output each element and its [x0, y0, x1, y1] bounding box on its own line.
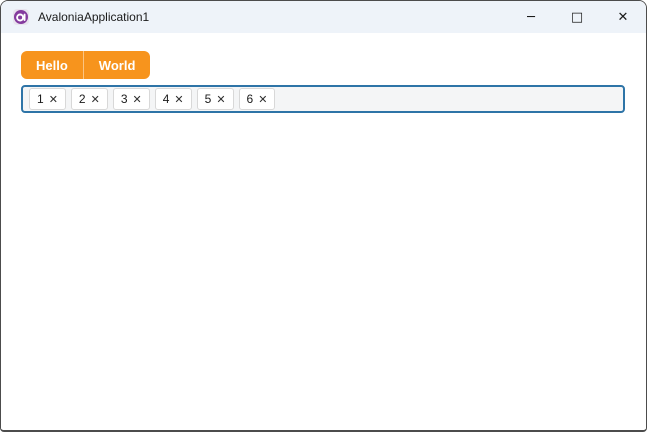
window-controls: ─ □ ✕	[508, 1, 646, 33]
chips-container[interactable]: 1 ✕ 2 ✕ 3 ✕ 4 ✕ 5 ✕ 6 ✕	[21, 85, 625, 113]
close-icon: ✕	[617, 9, 629, 25]
maximize-button[interactable]: □	[554, 1, 600, 33]
tab-strip: Hello World	[21, 51, 151, 79]
maximize-icon: □	[570, 9, 584, 25]
avalonia-logo-icon	[13, 9, 29, 25]
minimize-button[interactable]: ─	[508, 1, 554, 33]
chip-remove-button[interactable]: ✕	[133, 94, 142, 105]
chip-label: 4	[162, 92, 170, 106]
chip-remove-button[interactable]: ✕	[49, 94, 58, 105]
tab-label: World	[98, 57, 136, 73]
tab-label: Hello	[36, 57, 68, 73]
chip-label: 1	[37, 92, 44, 106]
chip: 4 ✕	[154, 88, 192, 110]
chip-label: 6	[246, 92, 254, 106]
chip-remove-button[interactable]: ✕	[258, 94, 267, 105]
chip-remove-button[interactable]: ✕	[216, 94, 225, 105]
close-button[interactable]: ✕	[600, 1, 646, 33]
chip-label: 5	[204, 92, 212, 106]
chip: 3 ✕	[112, 88, 150, 110]
chip-remove-button[interactable]: ✕	[91, 94, 100, 105]
window-content: Hello World 1 ✕ 2 ✕ 3 ✕ 4 ✕ 5 ✕ 6 ✕	[1, 33, 646, 430]
titlebar[interactable]: AvaloniaApplication1 ─ □ ✕	[1, 1, 646, 33]
minimize-icon: ─	[527, 9, 535, 25]
chip: 5 ✕	[196, 88, 234, 110]
tab-hello[interactable]: Hello	[21, 51, 83, 79]
chip-label: 2	[78, 92, 86, 106]
app-window: AvaloniaApplication1 ─ □ ✕ Hello World 1…	[0, 0, 647, 432]
window-title: AvaloniaApplication1	[38, 10, 150, 24]
chip-label: 3	[120, 92, 128, 106]
chip: 2 ✕	[70, 88, 108, 110]
chip: 1 ✕	[29, 88, 66, 110]
chip: 6 ✕	[238, 88, 276, 110]
tab-world[interactable]: World	[82, 51, 151, 79]
chip-remove-button[interactable]: ✕	[174, 94, 183, 105]
